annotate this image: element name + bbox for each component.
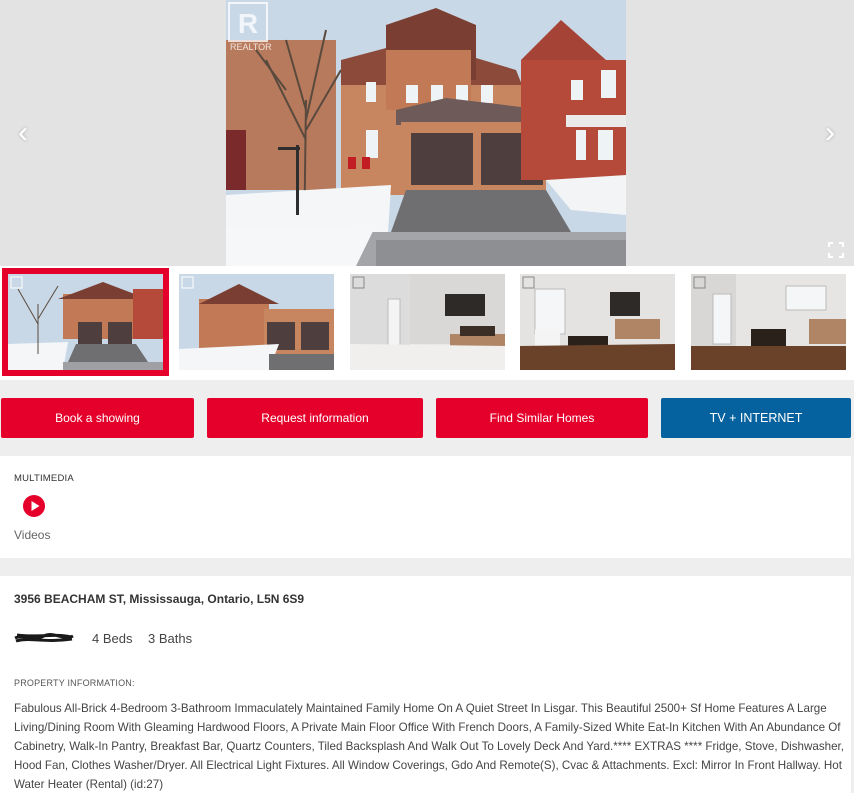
- bathroom-count: 3 Baths: [148, 631, 193, 646]
- watermark-label: REALTOR: [230, 42, 272, 52]
- thumbnail-exterior-front[interactable]: [2, 268, 169, 376]
- find-similar-homes-button[interactable]: Find Similar Homes: [436, 398, 648, 438]
- thumbnail-front-hallway[interactable]: [350, 274, 505, 370]
- thumbnail-living-room[interactable]: [520, 274, 675, 370]
- thumbnail-living-room-2[interactable]: [691, 274, 846, 370]
- action-bar: Book a showing Request information Find …: [0, 380, 854, 456]
- next-photo-button[interactable]: ›: [815, 118, 845, 148]
- property-information-heading: PROPERTY INFORMATION:: [14, 678, 135, 688]
- book-showing-button[interactable]: Book a showing: [1, 398, 194, 438]
- multimedia-heading: MULTIMEDIA: [14, 473, 74, 484]
- thumbnail-exterior-side[interactable]: [179, 274, 334, 370]
- realtor-watermark: R REALTOR: [228, 2, 272, 54]
- request-information-button[interactable]: Request information: [207, 398, 423, 438]
- thumbnail-strip: [0, 266, 854, 380]
- bedroom-count: 4 Beds: [92, 631, 133, 646]
- photo-gallery: R REALTOR ‹ ›: [0, 0, 854, 266]
- play-circle-icon[interactable]: [22, 494, 46, 518]
- previous-photo-button[interactable]: ‹: [8, 118, 38, 148]
- redacted-price-mark: [14, 633, 74, 643]
- videos-link[interactable]: Videos: [14, 528, 50, 542]
- fullscreen-icon[interactable]: [828, 242, 844, 258]
- main-listing-photo[interactable]: R REALTOR: [226, 0, 626, 266]
- property-description: Fabulous All-Brick 4-Bedroom 3-Bathroom …: [14, 702, 844, 791]
- listing-details: 3956 BEACHAM ST, Mississauga, Ontario, L…: [0, 576, 851, 793]
- multimedia-section: MULTIMEDIA Videos: [0, 456, 851, 558]
- tv-internet-button[interactable]: TV + INTERNET: [661, 398, 851, 438]
- svg-text:R: R: [238, 8, 258, 39]
- listing-address: 3956 BEACHAM ST, Mississauga, Ontario, L…: [14, 592, 305, 606]
